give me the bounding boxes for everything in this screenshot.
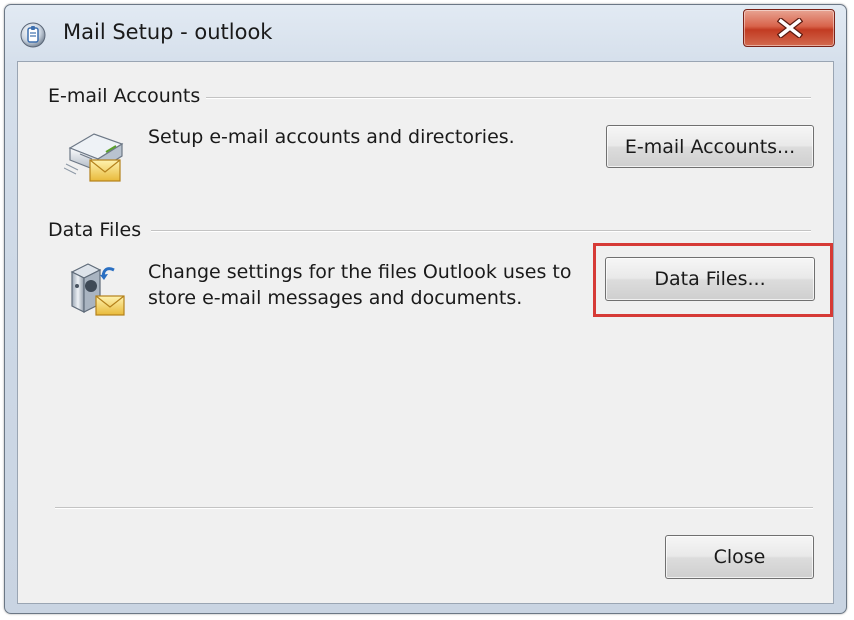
data-files-description-line2: store e-mail messages and documents.: [148, 287, 523, 309]
email-accounts-button[interactable]: E-mail Accounts...: [606, 125, 814, 168]
email-accounts-button-label: E-mail Accounts...: [624, 135, 796, 158]
data-files-description-line1: Change settings for the files Outlook us…: [148, 261, 572, 283]
window-title: Mail Setup - outlook: [63, 20, 273, 44]
close-icon: [777, 18, 803, 38]
email-accounts-icon: [63, 124, 126, 186]
data-files-button[interactable]: Data Files...: [605, 257, 815, 301]
footer-separator: [55, 507, 813, 509]
mail-setup-window: Mail Setup - outlook E-mail Accounts Set…: [4, 4, 847, 614]
data-files-group-line: [151, 230, 811, 232]
data-files-button-label: Data Files...: [654, 268, 766, 290]
data-files-group-label: Data Files: [48, 219, 148, 241]
email-accounts-group-label: E-mail Accounts: [48, 85, 207, 107]
email-accounts-group-line: [201, 97, 811, 99]
close-button-label: Close: [713, 546, 766, 568]
data-files-icon: [66, 258, 128, 322]
outlook-mail-setup-icon: [19, 21, 47, 49]
email-accounts-description: Setup e-mail accounts and directories.: [148, 126, 515, 148]
close-button[interactable]: Close: [665, 535, 814, 579]
dialog-client-area: E-mail Accounts Setup e-mail accounts an…: [17, 61, 834, 604]
window-close-button[interactable]: [743, 9, 835, 47]
title-bar[interactable]: Mail Setup - outlook: [5, 5, 846, 61]
